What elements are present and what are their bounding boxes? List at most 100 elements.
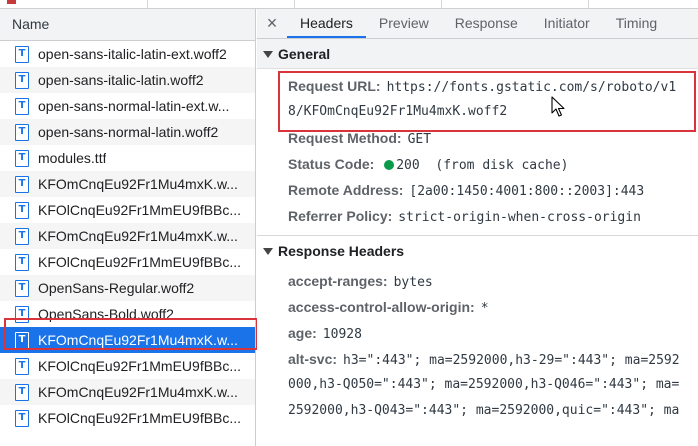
font-file-icon: T xyxy=(15,383,29,401)
font-file-icon: T xyxy=(15,97,29,115)
font-file-icon: T xyxy=(15,331,29,349)
request-name: KFOmCnqEu92Fr1Mu4mxK.w... xyxy=(38,384,238,400)
request-name: KFOmCnqEu92Fr1Mu4mxK.w... xyxy=(38,176,238,192)
accept-ranges-value: bytes xyxy=(393,275,433,290)
status-code-row: Status Code: 200 (from disk cache) xyxy=(257,151,698,177)
font-glyph: T xyxy=(18,99,26,111)
request-name: KFOmCnqEu92Fr1Mu4mxK.w... xyxy=(38,332,238,348)
top-strip-marker xyxy=(7,0,16,4)
request-url-row: Request URL: https://fonts.gstatic.com/s/… xyxy=(257,73,698,99)
general-section-title: General xyxy=(278,46,331,62)
request-name: KFOlCnqEu92Fr1MmEU9fBBc... xyxy=(38,202,242,218)
close-details-button[interactable]: × xyxy=(257,9,287,38)
top-strip-divider xyxy=(441,0,442,8)
font-file-icon: T xyxy=(15,149,29,167)
age-value: 10928 xyxy=(322,327,362,342)
request-name: open-sans-italic-latin-ext.woff2 xyxy=(38,46,227,62)
request-list-panel: Name Topen-sans-italic-latin-ext.woff2 To… xyxy=(0,9,256,446)
request-name: open-sans-normal-latin-ext.w... xyxy=(38,98,230,114)
request-row[interactable]: T OpenSans-Bold.woff2 xyxy=(0,301,255,327)
font-glyph: T xyxy=(18,411,26,423)
access-control-allow-origin-label: access-control-allow-origin: xyxy=(288,299,475,315)
response-headers-title: Response Headers xyxy=(278,243,405,259)
font-glyph: T xyxy=(18,255,26,267)
top-strip-divider xyxy=(147,0,148,8)
request-name: OpenSans-Bold.woff2 xyxy=(38,306,174,322)
status-ok-dot-icon xyxy=(384,160,395,170)
referrer-policy-label: Referrer Policy: xyxy=(288,208,393,224)
status-code-note: (from disk cache) xyxy=(435,158,569,173)
font-file-icon: T xyxy=(15,227,29,245)
request-row[interactable]: T KFOmCnqEu92Fr1Mu4mxK.w... xyxy=(0,223,255,249)
font-glyph: T xyxy=(18,307,26,319)
request-name: open-sans-italic-latin.woff2 xyxy=(38,72,204,88)
request-row[interactable]: T OpenSans-Regular.woff2 xyxy=(0,275,255,301)
request-row[interactable]: T KFOlCnqEu92Fr1MmEU9fBBc... xyxy=(0,197,255,223)
age-label: age: xyxy=(288,325,317,341)
remote-address-label: Remote Address: xyxy=(288,182,404,198)
alt-svc-value: h3=":443"; ma=2592000,h3-29=":443"; ma=2… xyxy=(343,353,680,368)
referrer-policy-value: strict-origin-when-cross-origin xyxy=(398,210,641,225)
font-file-icon: T xyxy=(15,253,29,271)
alt-svc-label: alt-svc: xyxy=(288,351,338,367)
font-glyph: T xyxy=(18,151,26,163)
request-url-value[interactable]: https://fonts.gstatic.com/s/roboto/v1 xyxy=(387,80,677,95)
request-row[interactable]: Topen-sans-italic-latin-ext.woff2 xyxy=(0,41,255,67)
request-row-selected[interactable]: T KFOmCnqEu92Fr1Mu4mxK.w... xyxy=(0,327,255,353)
request-name: KFOlCnqEu92Fr1MmEU9fBBc... xyxy=(38,254,242,270)
status-code-label: Status Code: xyxy=(288,156,375,172)
general-section-toggle[interactable]: General xyxy=(257,39,698,69)
font-file-icon: T xyxy=(15,305,29,323)
font-glyph: T xyxy=(18,47,26,59)
font-file-icon: T xyxy=(15,45,29,63)
remote-address-value: [2a00:1450:4001:800::2003]:443 xyxy=(409,184,645,199)
font-glyph: T xyxy=(18,125,26,137)
response-headers-section-toggle[interactable]: Response Headers xyxy=(257,235,698,265)
request-method-value: GET xyxy=(407,132,432,147)
request-name: KFOlCnqEu92Fr1MmEU9fBBc... xyxy=(38,410,242,426)
request-name: open-sans-normal-latin.woff2 xyxy=(38,124,219,140)
font-glyph: T xyxy=(18,281,26,293)
font-glyph: T xyxy=(18,359,26,371)
font-file-icon: T xyxy=(15,357,29,375)
age-row: age: 10928 xyxy=(257,320,698,346)
tab-initiator[interactable]: Initiator xyxy=(531,9,603,38)
request-method-label: Request Method: xyxy=(288,130,402,146)
name-column-header[interactable]: Name xyxy=(0,9,255,41)
accept-ranges-row: accept-ranges: bytes xyxy=(257,268,698,294)
top-strip-divider xyxy=(588,0,589,8)
request-list: Topen-sans-italic-latin-ext.woff2 Topen-s… xyxy=(0,41,255,431)
font-glyph: T xyxy=(18,73,26,85)
font-file-icon: T xyxy=(15,175,29,193)
font-glyph: T xyxy=(18,333,26,345)
request-row[interactable]: Topen-sans-normal-latin.woff2 xyxy=(0,119,255,145)
request-row[interactable]: T KFOmCnqEu92Fr1Mu4mxK.w... xyxy=(0,171,255,197)
request-row[interactable]: T KFOmCnqEu92Fr1Mu4mxK.w... xyxy=(0,379,255,405)
font-glyph: T xyxy=(18,385,26,397)
font-file-icon: T xyxy=(15,71,29,89)
font-file-icon: T xyxy=(15,279,29,297)
request-row[interactable]: Tmodules.ttf xyxy=(0,145,255,171)
request-row[interactable]: T KFOlCnqEu92Fr1MmEU9fBBc... xyxy=(0,405,255,431)
request-row[interactable]: Topen-sans-normal-latin-ext.w... xyxy=(0,93,255,119)
request-url-label: Request URL: xyxy=(288,78,381,94)
request-name: modules.ttf xyxy=(38,150,107,166)
font-glyph: T xyxy=(18,229,26,241)
request-row[interactable]: Topen-sans-italic-latin.woff2 xyxy=(0,67,255,93)
expand-triangle-icon xyxy=(263,51,273,58)
font-file-icon: T xyxy=(15,123,29,141)
request-url-value-continued[interactable]: 8/KFOmCnqEu92Fr1Mu4mxK.woff2 xyxy=(257,99,698,125)
top-strip xyxy=(0,0,698,9)
details-tab-bar: × Headers Preview Response Initiator Tim… xyxy=(257,9,698,39)
request-row[interactable]: T KFOlCnqEu92Fr1MmEU9fBBc... xyxy=(0,353,255,379)
request-name: KFOlCnqEu92Fr1MmEU9fBBc... xyxy=(38,358,242,374)
referrer-policy-row: Referrer Policy: strict-origin-when-cross… xyxy=(257,203,698,229)
font-file-icon: T xyxy=(15,409,29,427)
request-row[interactable]: T KFOlCnqEu92Fr1MmEU9fBBc... xyxy=(0,249,255,275)
tab-preview[interactable]: Preview xyxy=(366,9,442,38)
tab-timing[interactable]: Timing xyxy=(603,9,671,38)
request-method-row: Request Method: GET xyxy=(257,125,698,151)
tab-headers[interactable]: Headers xyxy=(287,9,366,38)
tab-response[interactable]: Response xyxy=(442,9,531,38)
expand-triangle-icon xyxy=(263,248,273,255)
